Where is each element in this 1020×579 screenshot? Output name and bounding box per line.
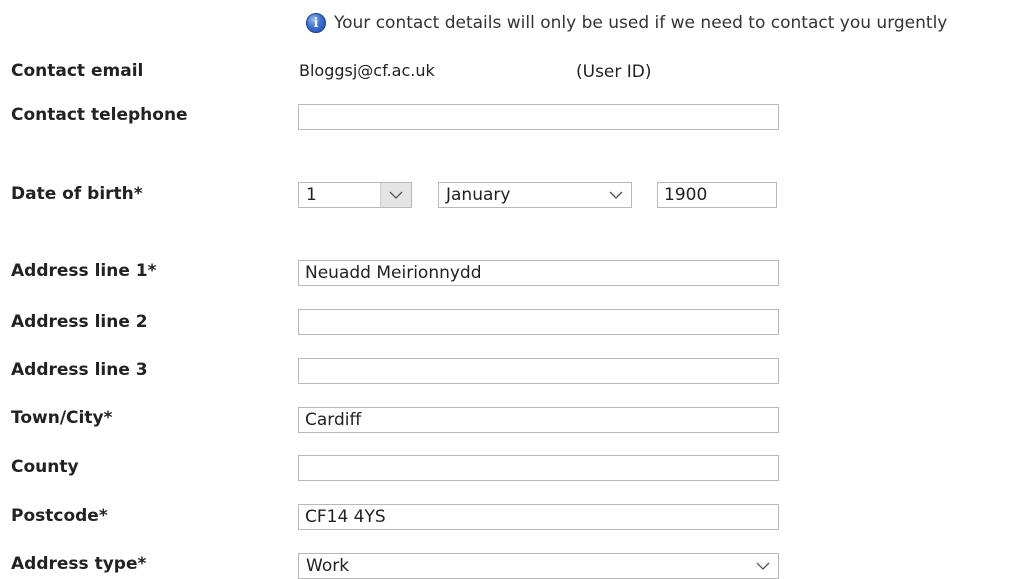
- info-icon: i: [306, 13, 326, 33]
- county-label: County: [11, 457, 79, 477]
- contact-email-value: Bloggsj@cf.ac.uk: [299, 61, 435, 80]
- birth-day-select[interactable]: 1: [298, 182, 412, 208]
- birth-year-input[interactable]: [657, 182, 777, 208]
- birth-month-select[interactable]: January: [438, 182, 632, 208]
- contact-telephone-label: Contact telephone: [11, 105, 188, 125]
- chevron-down-icon: [601, 183, 631, 207]
- contact-email-label: Contact email: [11, 61, 144, 81]
- contact-info-text: Your contact details will only be used i…: [334, 13, 948, 33]
- town-city-label: Town/City*: [11, 408, 113, 428]
- address-type-select[interactable]: Work: [298, 553, 779, 579]
- user-id-note: (User ID): [576, 62, 652, 82]
- date-of-birth-label: Date of birth*: [11, 184, 143, 204]
- address-line-2-label: Address line 2: [11, 312, 148, 332]
- address-line-3-label: Address line 3: [11, 360, 148, 380]
- postcode-label: Postcode*: [11, 506, 108, 526]
- address-type-label: Address type*: [11, 554, 147, 574]
- birth-month-value: January: [446, 185, 511, 205]
- chevron-down-icon: [748, 554, 778, 578]
- address-line-1-label: Address line 1*: [11, 261, 157, 281]
- town-city-input[interactable]: [298, 407, 779, 433]
- address-line-2-input[interactable]: [298, 309, 779, 335]
- address-type-value: Work: [306, 556, 350, 576]
- birth-day-value: 1: [306, 185, 317, 205]
- county-input[interactable]: [298, 455, 779, 481]
- address-line-1-input[interactable]: [298, 260, 779, 286]
- contact-info-notice: i Your contact details will only be used…: [306, 10, 947, 36]
- postcode-input[interactable]: [298, 504, 779, 530]
- contact-telephone-input[interactable]: [298, 104, 779, 130]
- chevron-down-icon: [380, 183, 411, 207]
- address-line-3-input[interactable]: [298, 358, 779, 384]
